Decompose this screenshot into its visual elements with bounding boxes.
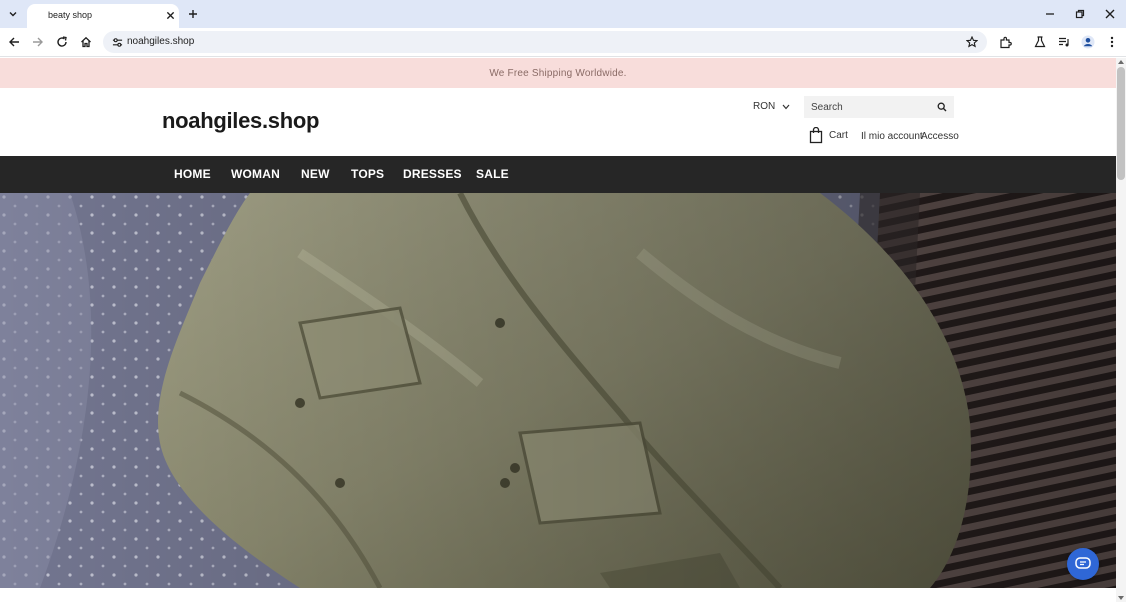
announcement-bar: We Free Shipping Worldwide. bbox=[0, 58, 1116, 88]
bookmark-button[interactable] bbox=[964, 34, 980, 50]
search-form bbox=[804, 96, 954, 118]
browser-tab[interactable]: beaty shop bbox=[27, 4, 179, 28]
more-icon bbox=[1110, 36, 1114, 48]
cart-link[interactable]: Cart bbox=[809, 127, 848, 144]
minimize-icon bbox=[1046, 13, 1054, 15]
forward-button[interactable] bbox=[30, 34, 46, 50]
chat-widget-button[interactable] bbox=[1067, 548, 1099, 580]
profile-button[interactable] bbox=[1080, 34, 1096, 50]
reload-icon bbox=[57, 36, 67, 47]
login-link[interactable]: Accesso bbox=[921, 131, 959, 142]
nav-item-new[interactable]: NEW bbox=[301, 167, 330, 181]
back-icon bbox=[9, 37, 19, 47]
new-tab-button[interactable] bbox=[186, 7, 200, 21]
forward-icon bbox=[33, 37, 43, 47]
nav-item-sale[interactable]: SALE bbox=[476, 167, 509, 181]
main-navigation: HOME WOMAN NEW TOPS DRESSES SALE bbox=[0, 156, 1116, 193]
minimize-button[interactable] bbox=[1042, 6, 1058, 22]
chevron-down-icon bbox=[782, 104, 790, 109]
browser-tab-strip: beaty shop bbox=[0, 0, 1126, 28]
url-text[interactable]: noahgiles.shop bbox=[127, 36, 194, 47]
page-viewport: We Free Shipping Worldwide. noahgiles.sh… bbox=[0, 58, 1116, 602]
star-icon bbox=[966, 36, 978, 48]
plus-icon bbox=[189, 10, 197, 18]
home-icon bbox=[81, 36, 91, 48]
browser-menu-button[interactable] bbox=[1104, 34, 1120, 50]
restore-icon bbox=[1075, 9, 1085, 19]
tab-list-icon bbox=[9, 12, 17, 17]
site-info-button[interactable] bbox=[110, 35, 124, 49]
scroll-down-arrow[interactable] bbox=[1118, 596, 1124, 600]
search-input[interactable] bbox=[804, 96, 928, 118]
close-icon bbox=[166, 11, 174, 19]
hero-photo-jacket bbox=[0, 193, 1116, 588]
home-button[interactable] bbox=[78, 34, 94, 50]
tab-title: beaty shop bbox=[48, 10, 93, 20]
labs-button[interactable] bbox=[1032, 34, 1048, 50]
back-button[interactable] bbox=[6, 34, 22, 50]
browser-toolbar: noahgiles.shop bbox=[0, 28, 1126, 57]
extensions-button[interactable] bbox=[997, 34, 1013, 50]
labs-icon bbox=[1034, 36, 1046, 48]
currency-selector[interactable]: RON bbox=[753, 101, 790, 112]
hero-image[interactable] bbox=[0, 193, 1116, 588]
announcement-text: We Free Shipping Worldwide. bbox=[489, 67, 627, 79]
nav-item-woman[interactable]: WOMAN bbox=[231, 167, 280, 181]
search-icon bbox=[937, 102, 947, 112]
tab-search-button[interactable] bbox=[4, 5, 22, 23]
account-link[interactable]: Il mio account bbox=[861, 131, 923, 142]
search-button[interactable] bbox=[934, 99, 950, 115]
cart-label: Cart bbox=[829, 130, 848, 141]
page-scrollbar[interactable] bbox=[1116, 58, 1126, 602]
tab-close-button[interactable] bbox=[163, 8, 177, 22]
site-settings-icon bbox=[112, 37, 122, 47]
window-close-button[interactable] bbox=[1102, 6, 1118, 22]
close-icon bbox=[1105, 9, 1115, 19]
nav-item-tops[interactable]: TOPS bbox=[351, 167, 384, 181]
media-icon bbox=[1058, 37, 1069, 47]
profile-icon bbox=[1081, 35, 1095, 49]
scroll-thumb[interactable] bbox=[1117, 67, 1125, 180]
nav-item-home[interactable]: HOME bbox=[174, 167, 211, 181]
reload-button[interactable] bbox=[54, 34, 70, 50]
nav-item-dresses[interactable]: DRESSES bbox=[403, 167, 462, 181]
shopping-bag-icon bbox=[809, 127, 823, 144]
address-bar[interactable]: noahgiles.shop bbox=[103, 31, 987, 53]
extensions-icon bbox=[999, 36, 1012, 48]
restore-button[interactable] bbox=[1072, 6, 1088, 22]
media-controls-button[interactable] bbox=[1056, 34, 1072, 50]
scroll-up-arrow[interactable] bbox=[1118, 60, 1124, 64]
site-logo[interactable]: noahgiles.shop bbox=[162, 108, 319, 134]
currency-value: RON bbox=[753, 101, 776, 112]
chat-icon bbox=[1075, 557, 1091, 569]
